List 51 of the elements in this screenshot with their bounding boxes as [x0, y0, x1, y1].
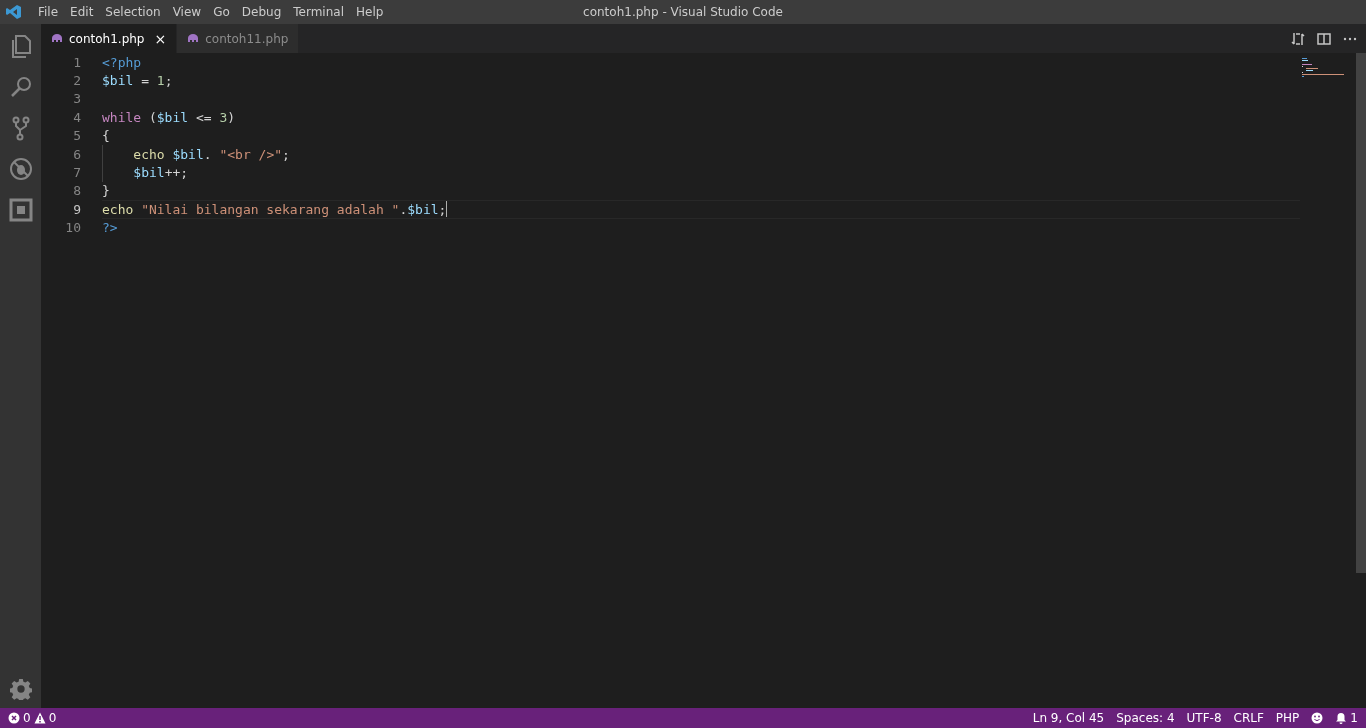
editor-tab[interactable]: contoh1.php × — [41, 24, 178, 53]
compare-icon[interactable] — [1290, 30, 1306, 47]
menu-item[interactable]: Edit — [64, 5, 100, 19]
menu-item[interactable]: Selection — [99, 5, 167, 19]
split-editor-icon[interactable] — [1316, 30, 1332, 47]
warning-icon — [33, 712, 46, 724]
menu-item[interactable]: View — [166, 5, 208, 19]
notification-count[interactable]: 1 — [1350, 711, 1358, 725]
status-item[interactable]: UTF-8 — [1186, 711, 1222, 725]
menu-item[interactable]: Debug — [235, 5, 288, 19]
status-item[interactable]: Ln 9, Col 45 — [1032, 711, 1105, 725]
menu-item[interactable]: Go — [207, 5, 236, 19]
error-count[interactable]: 0 — [23, 711, 31, 725]
line-number: 5 — [72, 128, 81, 144]
line-number: 6 — [72, 146, 81, 162]
error-icon — [8, 712, 20, 724]
line-number: 10 — [64, 220, 81, 236]
status-item[interactable]: PHP — [1275, 711, 1300, 725]
text-cursor — [446, 201, 448, 218]
line-number: 3 — [72, 91, 81, 107]
smiley-icon[interactable] — [1311, 712, 1324, 724]
menu-item[interactable]: Help — [349, 5, 390, 19]
editor-tab[interactable]: contoh11.php — [177, 24, 300, 53]
elephant-icon — [187, 34, 200, 43]
status-item[interactable]: CRLF — [1233, 711, 1264, 725]
code-line: $bil = 1; — [102, 73, 173, 89]
line-number: 8 — [72, 183, 81, 199]
scrollbar-thumb[interactable] — [1356, 53, 1366, 573]
settings-icon[interactable] — [9, 678, 32, 700]
bell-icon[interactable] — [1335, 712, 1348, 724]
line-number: 1 — [72, 54, 81, 70]
code-line: $bil++; — [132, 165, 189, 181]
line-number: 9 — [72, 201, 81, 217]
code-line: while ($bil <= 3) — [102, 109, 236, 125]
line-number: 7 — [72, 165, 81, 181]
status-item[interactable]: Spaces: 4 — [1116, 711, 1175, 725]
elephant-icon — [51, 34, 63, 43]
warning-count[interactable]: 0 — [48, 711, 57, 725]
code-line: echo "Nilai bilangan sekarang adalah ".$bil; — [102, 201, 447, 217]
window-title: contoh1.php - Visual Studio Code — [583, 5, 783, 19]
line-number: 2 — [72, 73, 81, 89]
code-line: { — [102, 128, 110, 144]
line-number: 4 — [72, 109, 81, 125]
code-line: } — [102, 183, 110, 199]
app-logo-icon — [6, 4, 22, 20]
menu-item[interactable]: File — [32, 5, 65, 19]
close-tab-button[interactable]: × — [154, 30, 167, 47]
code-line: echo $bil. "<br />"; — [132, 146, 290, 162]
code-line: ?> — [102, 220, 118, 236]
code-line: <?php — [102, 54, 142, 70]
menu-item[interactable]: Terminal — [287, 5, 350, 19]
